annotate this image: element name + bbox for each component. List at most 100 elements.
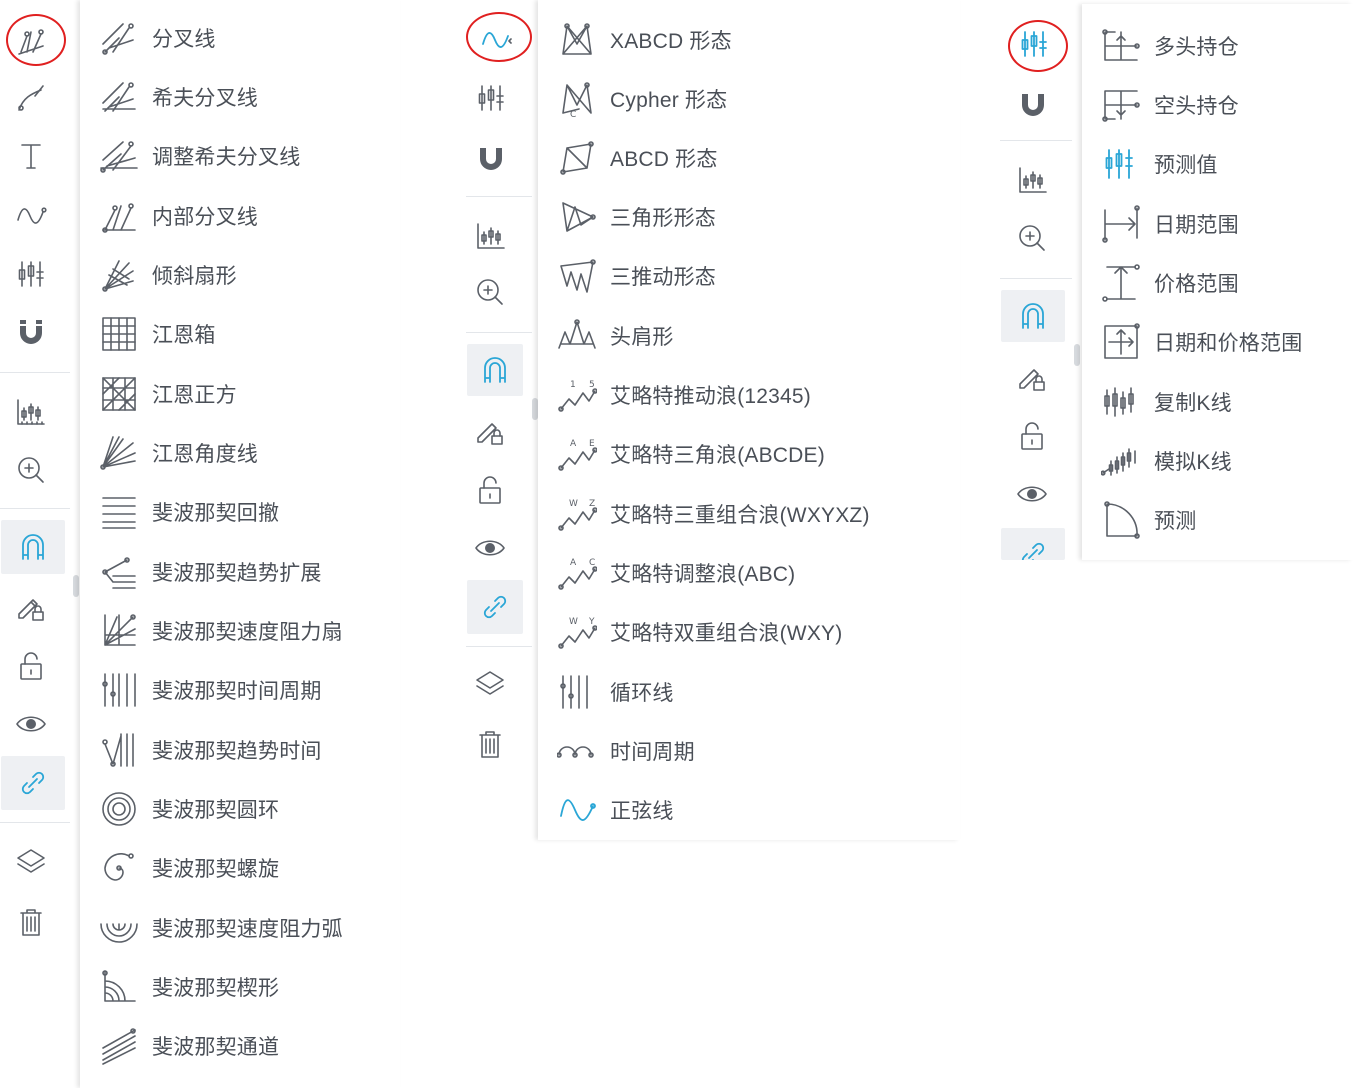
menu-item-modified-schiff[interactable]: 调整希夫分叉线: [80, 126, 400, 185]
menu-item-pitchfan[interactable]: 倾斜扇形: [80, 245, 400, 304]
measure-tool-button[interactable]: [1003, 152, 1063, 208]
menu-item-time-cycles[interactable]: 时间周期: [538, 721, 960, 780]
menu-item-sine-line[interactable]: 正弦线: [538, 780, 960, 839]
menu-item-inside-pitchfork[interactable]: 内部分叉线: [80, 186, 400, 245]
trash-button[interactable]: [460, 716, 520, 772]
svg-text:C: C: [589, 558, 595, 568]
fib-spiral-icon: [98, 847, 140, 889]
menu-item-fib-spiral[interactable]: 斐波那契螺旋: [80, 838, 400, 897]
menu-item-fib-time-zone[interactable]: 斐波那契时间周期: [80, 660, 400, 719]
menu-item-fib-speed-fan[interactable]: 斐波那契速度阻力扇: [80, 601, 400, 660]
fib-wedge-icon: [98, 966, 140, 1008]
menu-item-cyclic-lines[interactable]: 循环线: [538, 662, 960, 721]
menu-item-price-range[interactable]: 价格范围: [1082, 253, 1353, 312]
menu-item-long-position[interactable]: 多头持仓: [1082, 16, 1353, 75]
lock-drawing-button[interactable]: [460, 402, 520, 458]
visibility-button[interactable]: [460, 520, 520, 576]
menu-item-fib-circles[interactable]: 斐波那契圆环: [80, 779, 400, 838]
layers-button[interactable]: [460, 656, 520, 712]
menu-item-label: 江恩箱: [152, 323, 216, 347]
menu-item-projection[interactable]: 预测: [1082, 490, 1353, 549]
toolbar-divider: [1000, 140, 1072, 141]
position-tool-button[interactable]: [1, 246, 61, 302]
menu-item-triangle[interactable]: 三角形形态: [538, 187, 960, 246]
menu-item-label: 艾略特双重组合浪(WXY): [610, 621, 843, 645]
menu-item-fib-channel[interactable]: 斐波那契通道: [80, 1016, 400, 1075]
trash-button[interactable]: [1, 894, 61, 950]
menu-item-elliott-triangle[interactable]: A E 艾略特三角浪(ABCDE): [538, 424, 960, 483]
eye-icon: [475, 540, 505, 556]
magnet-tool-button[interactable]: [461, 130, 521, 186]
panel-resize-handle[interactable]: [73, 575, 79, 597]
link-button[interactable]: [467, 580, 523, 634]
link-button[interactable]: [1, 756, 65, 810]
wave-tool-button[interactable]: [1, 188, 61, 244]
menu-item-elliott-impulse[interactable]: 1 5 艾略特推动浪(12345): [538, 365, 960, 424]
menu-item-schiff-pitchfork[interactable]: 希夫分叉线: [80, 67, 400, 126]
zoom-in-tool-button[interactable]: [1002, 210, 1062, 266]
menu-item-gann-fan[interactable]: 江恩角度线: [80, 423, 400, 482]
menu-item-fib-extension[interactable]: 斐波那契趋势扩展: [80, 542, 400, 601]
measure-icon: [1019, 167, 1047, 193]
menu-item-fib-trend-time[interactable]: 斐波那契趋势时间: [80, 720, 400, 779]
cypher-pattern-icon: C: [556, 78, 598, 120]
menu-item-fib-wedge[interactable]: 斐波那契楔形: [80, 957, 400, 1016]
brush-tool-button[interactable]: [1, 70, 61, 126]
menu-item-elliott-double-combo[interactable]: W Y 艾略特双重组合浪(WXY): [538, 602, 960, 661]
visibility-button[interactable]: [1002, 466, 1062, 522]
unlock-button[interactable]: [1002, 408, 1062, 464]
menu-item-elliott-triple-combo[interactable]: W Z 艾略特三重组合浪(WXYXZ): [538, 484, 960, 543]
magnet-arch-tool-button[interactable]: [1, 520, 65, 574]
time-cycles-icon: [556, 730, 598, 772]
magnet-arch-icon: [484, 357, 506, 383]
menu-item-pitchfork[interactable]: 分叉线: [80, 8, 400, 67]
menu-item-elliott-correction[interactable]: A C 艾略特调整浪(ABC): [538, 543, 960, 602]
magnet-tool-button[interactable]: [1003, 76, 1063, 132]
layers-button[interactable]: [1, 834, 61, 890]
position-tool-button[interactable]: [461, 70, 521, 126]
menu-item-label: 复制K线: [1154, 391, 1232, 415]
menu-item-gann-box[interactable]: 江恩箱: [80, 304, 400, 363]
zoom-in-tool-button[interactable]: [1, 442, 61, 498]
menu-item-gann-square[interactable]: 江恩正方: [80, 364, 400, 423]
menu-item-ghost-feed[interactable]: 模拟K线: [1082, 431, 1353, 490]
fib-extension-icon: [98, 551, 140, 593]
magnet-arch-tool-button[interactable]: [1001, 290, 1065, 342]
menu-item-xabcd[interactable]: XABCD 形态: [538, 10, 960, 69]
menu-item-label: 艾略特调整浪(ABC): [610, 562, 796, 586]
menu-item-label: 斐波那契螺旋: [152, 857, 280, 881]
unlock-button[interactable]: [1, 638, 61, 694]
measure-tool-button[interactable]: [461, 208, 521, 264]
menu-item-forecast[interactable]: 预测值: [1082, 134, 1353, 193]
magnet-arch-icon: [1022, 303, 1044, 329]
layers-icon: [17, 849, 45, 873]
link-button[interactable]: [1001, 528, 1065, 560]
three-drives-icon: [556, 255, 598, 297]
menu-item-cypher[interactable]: C Cypher 形态: [538, 69, 960, 128]
menu-item-date-range[interactable]: 日期范围: [1082, 194, 1353, 253]
menu-item-fib-retracement[interactable]: 斐波那契回撤: [80, 482, 400, 541]
magnet-arch-tool-button[interactable]: [467, 344, 523, 396]
highlight-circle: [1008, 20, 1068, 72]
menu-item-three-drives[interactable]: 三推动形态: [538, 246, 960, 305]
fib-circles-icon: [98, 788, 140, 830]
lock-drawing-button[interactable]: [1002, 348, 1062, 404]
panel-resize-handle[interactable]: [1074, 344, 1080, 366]
menu-item-bars-pattern[interactable]: 复制K线: [1082, 372, 1353, 431]
text-tool-button[interactable]: [1, 128, 61, 184]
measure-tool-button[interactable]: [1, 384, 61, 440]
menu-item-head-shoulders[interactable]: 头肩形: [538, 306, 960, 365]
zoom-in-tool-button[interactable]: [460, 264, 520, 320]
cyclic-lines-icon: [556, 671, 598, 713]
prediction-menu: 多头持仓 空头持仓 预测值 日期范围 价格范围 日期和价格范围 复制K线 模拟K…: [1082, 4, 1353, 560]
menu-item-abcd[interactable]: ABCD 形态: [538, 128, 960, 187]
menu-item-fib-speed-arcs[interactable]: 斐波那契速度阻力弧: [80, 898, 400, 957]
menu-item-short-position[interactable]: 空头持仓: [1082, 75, 1353, 134]
unlock-button[interactable]: [460, 462, 520, 518]
lock-drawing-button[interactable]: [1, 578, 61, 634]
menu-item-date-price-range[interactable]: 日期和价格范围: [1082, 312, 1353, 371]
toolbar-divider: [0, 508, 70, 509]
visibility-button[interactable]: [1, 696, 61, 752]
pencil-lock-icon: [18, 599, 44, 621]
magnet-tool-button[interactable]: [1, 304, 61, 360]
